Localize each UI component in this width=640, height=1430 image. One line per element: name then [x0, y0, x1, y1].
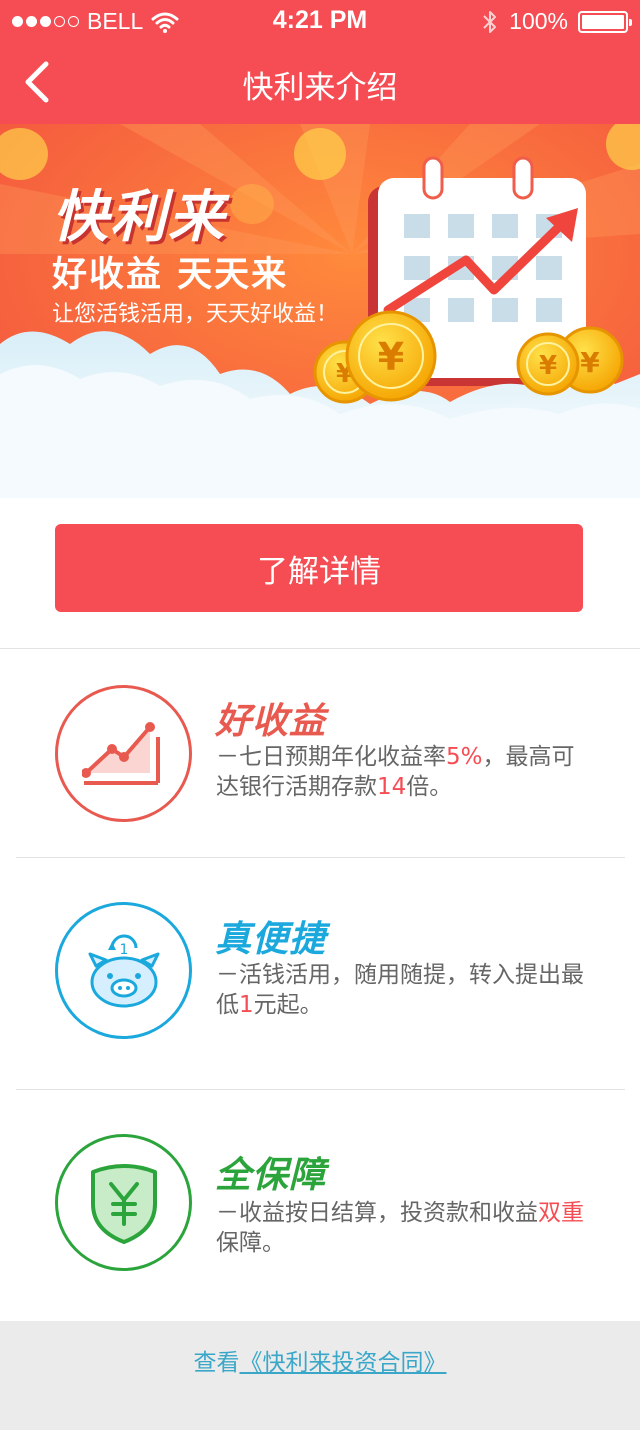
- footer: 查看《快利来投资合同》: [0, 1321, 640, 1430]
- svg-text:1: 1: [119, 942, 128, 958]
- feature-item-convenience: 1 真便捷 －活钱活用，随用随提，转入提出最低1元起。: [0, 880, 640, 1060]
- bluetooth-icon: [483, 10, 497, 33]
- feature-title: 真便捷: [215, 919, 327, 960]
- brand-title: 快利来: [52, 185, 226, 250]
- double-guarantee: 双重: [538, 1200, 584, 1226]
- svg-text:¥: ¥: [378, 335, 404, 379]
- yield-multiple: 14: [377, 774, 407, 800]
- learn-more-button[interactable]: 了解详情: [55, 524, 583, 612]
- section-divider: [0, 648, 640, 649]
- navigation-bar: 快利来介绍: [0, 40, 640, 124]
- page-title: 快利来介绍: [242, 70, 398, 106]
- battery-icon: [578, 10, 632, 33]
- banner-slogan: 好收益 天天来: [52, 255, 289, 295]
- feature-item-yield: 好收益 －七日预期年化收益率5%，最高可达银行活期存款14倍。: [0, 668, 640, 848]
- banner-tagline: 让您活钱活用，天天好收益！: [52, 302, 339, 327]
- promo-banner: ¥ ¥ ¥ ¥ 快利来 好收益 天天来 让您活钱活用，天天好收益！: [0, 124, 640, 498]
- status-right: 100%: [481, 8, 632, 35]
- section-divider: [16, 857, 625, 858]
- section-divider: [16, 1089, 625, 1090]
- line-chart-icon: [55, 685, 192, 822]
- feature-description: －活钱活用，随用随提，转入提出最低1元起。: [216, 962, 584, 1018]
- battery-percent: 100%: [509, 8, 568, 34]
- feature-title: 全保障: [215, 1155, 327, 1196]
- piggy-bank-icon: 1: [55, 902, 192, 1039]
- svg-text:¥: ¥: [539, 351, 557, 381]
- feature-description: －七日预期年化收益率5%，最高可达银行活期存款14倍。: [216, 744, 575, 800]
- contract-link[interactable]: 《快利来投资合同》: [240, 1350, 447, 1376]
- yield-rate: 5%: [446, 744, 483, 770]
- contract-link-row: 查看《快利来投资合同》: [0, 1343, 640, 1377]
- status-bar: BELL 4:21 PM 100%: [0, 0, 640, 40]
- feature-title: 好收益: [215, 701, 327, 742]
- feature-item-security: 全保障 －收益按日结算，投资款和收益双重保障。: [0, 1110, 640, 1290]
- contract-prefix: 查看: [193, 1350, 240, 1376]
- shield-yuan-icon: [55, 1134, 192, 1271]
- feature-description: －收益按日结算，投资款和收益双重保障。: [216, 1200, 584, 1256]
- min-amount: 1: [239, 992, 254, 1018]
- svg-text:¥: ¥: [580, 346, 600, 379]
